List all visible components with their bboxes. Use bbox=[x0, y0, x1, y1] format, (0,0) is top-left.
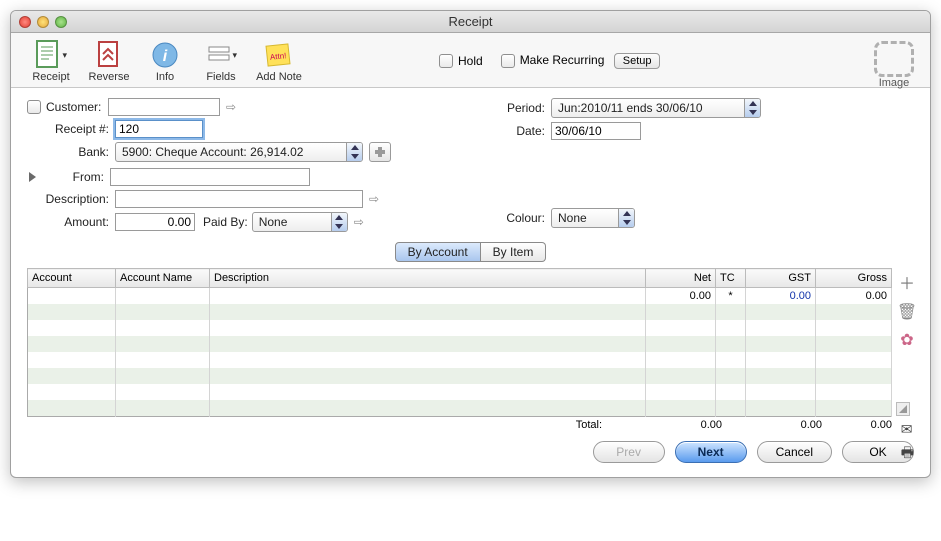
period-label: Period: bbox=[497, 101, 545, 115]
col-account[interactable]: Account bbox=[28, 269, 116, 288]
customer-label: Customer: bbox=[46, 100, 108, 114]
tab-by-account[interactable]: By Account bbox=[395, 242, 481, 262]
totals-row: Total: 0.00 0.00 0.00 bbox=[27, 419, 892, 431]
addnote-icon: Attn! bbox=[263, 39, 295, 71]
grid-wrap: Account Account Name Description Net TC … bbox=[27, 268, 914, 417]
toolbar-addnote[interactable]: Attn! Add Note bbox=[249, 39, 309, 83]
image-label: Image bbox=[879, 77, 910, 89]
cancel-button[interactable]: Cancel bbox=[757, 441, 832, 463]
toolbar: ▾ Receipt Reverse i Info ▾ Fields Attn bbox=[11, 33, 930, 88]
toolbar-fields[interactable]: ▾ Fields bbox=[193, 39, 249, 83]
toolbar-info[interactable]: i Info bbox=[137, 39, 193, 83]
col-tc[interactable]: TC bbox=[716, 269, 746, 288]
paidby-combo[interactable]: None bbox=[252, 212, 348, 232]
checkbox-icon bbox=[501, 54, 515, 68]
setup-button[interactable]: Setup bbox=[614, 53, 661, 69]
grid-side-icons: ＋ 🗑 ✿ bbox=[898, 270, 916, 350]
description-label: Description: bbox=[27, 192, 109, 206]
description-field[interactable] bbox=[115, 190, 363, 208]
col-account-name[interactable]: Account Name bbox=[116, 269, 210, 288]
bank-label: Bank: bbox=[27, 145, 109, 159]
info-icon: i bbox=[149, 39, 181, 71]
colour-combo[interactable]: None bbox=[551, 208, 635, 228]
col-gst[interactable]: GST bbox=[746, 269, 816, 288]
colour-label: Colour: bbox=[497, 211, 545, 225]
paidby-label: Paid By: bbox=[203, 215, 248, 229]
amount-field[interactable] bbox=[115, 213, 195, 231]
col-net[interactable]: Net bbox=[646, 269, 716, 288]
tab-by-item[interactable]: By Item bbox=[481, 242, 547, 262]
col-description[interactable]: Description bbox=[210, 269, 646, 288]
grid-mode-tabs: By Account By Item bbox=[27, 242, 914, 262]
line-items-grid[interactable]: Account Account Name Description Net TC … bbox=[27, 268, 892, 417]
toolbar-info-label: Info bbox=[156, 71, 174, 83]
print-icon[interactable]: 🖶 bbox=[901, 442, 914, 466]
date-label: Date: bbox=[497, 124, 545, 138]
footer: Prev Next Cancel OK ✉ 🖶 bbox=[11, 431, 930, 477]
period-combo[interactable]: Jun:2010/11 ends 30/06/10 bbox=[551, 98, 761, 118]
customer-checkbox[interactable] bbox=[27, 100, 41, 114]
toolbar-addnote-label: Add Note bbox=[256, 71, 302, 83]
toolbar-options: Hold Make Recurring Setup bbox=[439, 53, 660, 69]
scroll-corner-icon[interactable] bbox=[896, 402, 910, 416]
svg-text:i: i bbox=[163, 48, 168, 65]
table-row[interactable] bbox=[28, 384, 892, 400]
hold-checkbox[interactable]: Hold bbox=[439, 54, 483, 69]
toolbar-reverse[interactable]: Reverse bbox=[81, 39, 137, 83]
toolbar-receipt-label: Receipt bbox=[32, 71, 69, 83]
toolbar-receipt[interactable]: ▾ Receipt bbox=[21, 39, 81, 83]
form-area: Customer: ⇨ Receipt #: Bank: 5900: Chequ… bbox=[11, 88, 930, 268]
image-well[interactable]: Image bbox=[874, 41, 914, 89]
stepper-icon bbox=[346, 143, 362, 161]
receipt-number-field[interactable] bbox=[115, 120, 203, 138]
next-button[interactable]: Next bbox=[675, 441, 747, 463]
job-icon[interactable]: ✿ bbox=[900, 330, 913, 350]
reverse-icon bbox=[93, 39, 125, 71]
receipt-label: Receipt #: bbox=[27, 122, 109, 136]
total-label: Total: bbox=[576, 419, 602, 431]
stepper-icon bbox=[744, 99, 760, 117]
receipt-icon: ▾ bbox=[35, 39, 67, 71]
table-row[interactable] bbox=[28, 304, 892, 320]
checkbox-icon bbox=[439, 54, 453, 68]
table-row[interactable] bbox=[28, 352, 892, 368]
total-gross: 0.00 bbox=[822, 419, 892, 431]
table-row[interactable] bbox=[28, 336, 892, 352]
table-row[interactable]: 0.00 * 0.00 0.00 bbox=[28, 288, 892, 305]
window-title: Receipt bbox=[11, 14, 930, 29]
paidby-link-icon[interactable]: ⇨ bbox=[354, 215, 364, 229]
customer-field[interactable] bbox=[108, 98, 220, 116]
grid-header: Account Account Name Description Net TC … bbox=[28, 269, 892, 288]
from-label: From: bbox=[44, 170, 104, 184]
table-row[interactable] bbox=[28, 368, 892, 384]
table-row[interactable] bbox=[28, 400, 892, 416]
customer-link-icon[interactable]: ⇨ bbox=[226, 100, 236, 114]
toolbar-reverse-label: Reverse bbox=[89, 71, 130, 83]
make-recurring-checkbox[interactable]: Make Recurring bbox=[501, 53, 605, 67]
image-placeholder-icon bbox=[874, 41, 914, 77]
receipt-window: Receipt ▾ Receipt Reverse i Info ▾ bbox=[10, 10, 931, 478]
pin-button[interactable] bbox=[369, 142, 391, 162]
total-net: 0.00 bbox=[652, 419, 722, 431]
svg-text:Attn!: Attn! bbox=[270, 51, 287, 62]
pin-icon bbox=[374, 146, 386, 158]
prev-button[interactable]: Prev bbox=[593, 441, 665, 463]
description-link-icon[interactable]: ⇨ bbox=[369, 192, 379, 206]
disclosure-triangle[interactable] bbox=[29, 172, 36, 182]
email-icon[interactable]: ✉ bbox=[901, 421, 914, 438]
date-field[interactable] bbox=[551, 122, 641, 140]
from-field[interactable] bbox=[110, 168, 310, 186]
bank-combo[interactable]: 5900: Cheque Account: 26,914.02 bbox=[115, 142, 363, 162]
fields-icon: ▾ bbox=[205, 39, 237, 71]
col-gross[interactable]: Gross bbox=[816, 269, 892, 288]
stepper-icon bbox=[331, 213, 347, 231]
table-row[interactable] bbox=[28, 320, 892, 336]
total-gst: 0.00 bbox=[752, 419, 822, 431]
delete-row-icon[interactable]: 🗑 bbox=[897, 302, 917, 322]
titlebar: Receipt bbox=[11, 11, 930, 33]
toolbar-fields-label: Fields bbox=[206, 71, 235, 83]
stepper-icon bbox=[618, 209, 634, 227]
amount-label: Amount: bbox=[27, 215, 109, 229]
add-row-icon[interactable]: ＋ bbox=[899, 270, 915, 294]
